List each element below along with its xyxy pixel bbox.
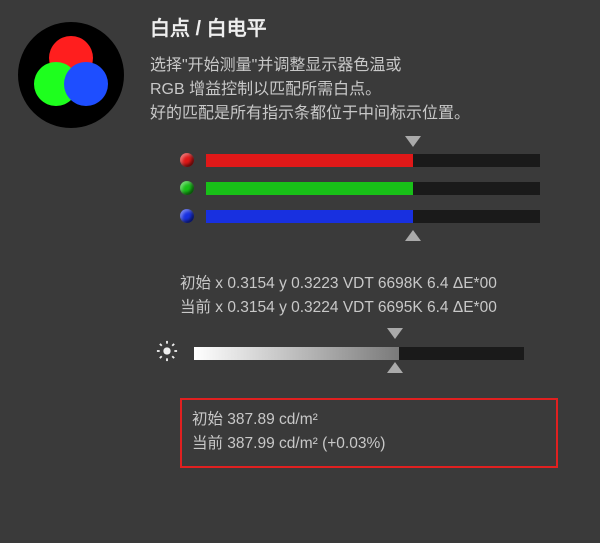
brightness-icon xyxy=(156,340,178,367)
target-marker-top-icon xyxy=(405,136,421,147)
brightness-marker-bottom-icon xyxy=(387,362,403,373)
green-dot-icon xyxy=(180,181,194,195)
luminance-current: 当前 387.99 cd/m² (+0.03%) xyxy=(192,432,546,456)
whitepoint-initial: 初始 x 0.3154 y 0.3223 VDT 6698K 6.4 ΔE*00 xyxy=(180,272,497,296)
luminance-initial: 初始 387.89 cd/m² xyxy=(192,408,546,432)
brightness-marker-top-icon xyxy=(387,328,403,339)
whitepoint-current: 当前 x 0.3154 y 0.3224 VDT 6695K 6.4 ΔE*00 xyxy=(180,296,497,320)
blue-dot-icon xyxy=(180,209,194,223)
red-row xyxy=(180,150,540,170)
blue-fill xyxy=(206,210,413,223)
rgb-bars-block xyxy=(180,150,540,234)
brightness-block xyxy=(156,340,556,367)
red-bar[interactable] xyxy=(206,154,540,167)
brightness-fill xyxy=(194,347,399,360)
red-dot-icon xyxy=(180,153,194,167)
green-row xyxy=(180,178,540,198)
brightness-bar[interactable] xyxy=(194,347,524,360)
desc-line-2: RGB 增益控制以匹配所需白点。 xyxy=(150,78,470,102)
blue-row xyxy=(180,206,540,226)
desc-line-3: 好的匹配是所有指示条都位于中间标示位置。 xyxy=(150,102,470,126)
green-fill xyxy=(206,182,413,195)
whitepoint-readouts: 初始 x 0.3154 y 0.3223 VDT 6698K 6.4 ΔE*00… xyxy=(180,272,497,320)
blue-bar[interactable] xyxy=(206,210,540,223)
target-marker-bottom-icon xyxy=(405,230,421,241)
desc-line-1: 选择"开始测量"并调整显示器色温或 xyxy=(150,54,470,78)
red-fill xyxy=(206,154,413,167)
luminance-readouts: 初始 387.89 cd/m² 当前 387.99 cd/m² (+0.03%) xyxy=(180,398,558,468)
green-bar[interactable] xyxy=(206,182,540,195)
section-description: 选择"开始测量"并调整显示器色温或 RGB 增益控制以匹配所需白点。 好的匹配是… xyxy=(150,54,470,126)
rgb-overlap-icon xyxy=(16,20,126,135)
section-title: 白点 / 白电平 xyxy=(150,12,267,41)
